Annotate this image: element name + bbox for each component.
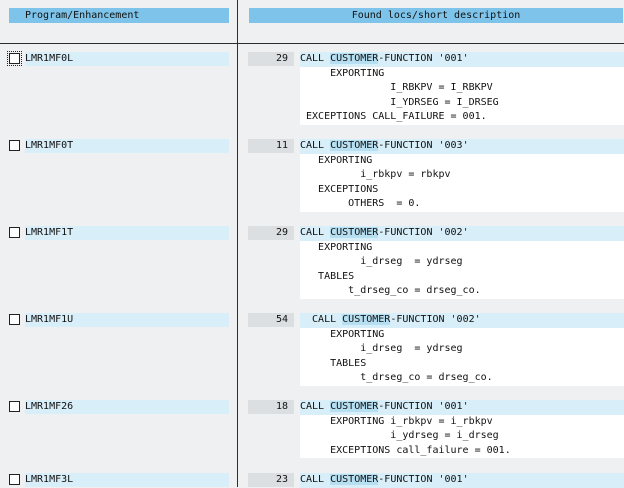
select-checkbox[interactable] <box>9 474 20 485</box>
code-line: EXCEPTIONS <box>300 183 379 195</box>
code-line: EXPORTING <box>300 241 373 253</box>
select-checkbox[interactable] <box>9 314 20 325</box>
select-checkbox[interactable] <box>7 51 22 66</box>
code-line: EXCEPTIONS CALL_FAILURE = 001. <box>300 111 487 122</box>
search-hit: CUSTOMER <box>342 314 391 325</box>
location-count: 23 <box>248 473 294 487</box>
location-count: 18 <box>248 400 294 414</box>
program-name[interactable]: LMR1MF1T <box>25 226 229 240</box>
list-item: LMR1MF1U <box>9 313 229 327</box>
code-snippet[interactable]: CALL CUSTOMER-FUNCTION '002' EXPORTING i… <box>300 313 624 386</box>
select-checkbox[interactable] <box>9 401 20 412</box>
location-count: 11 <box>248 139 294 153</box>
code-line: CALL CUSTOMER-FUNCTION '001' <box>300 473 624 488</box>
search-hit: CUSTOMER <box>330 227 379 238</box>
code-snippet[interactable]: CALL CUSTOMER-FUNCTION '001' EXPORTING i… <box>300 400 624 458</box>
select-checkbox[interactable] <box>9 227 20 238</box>
location-count: 54 <box>248 313 294 327</box>
code-snippet[interactable]: CALL CUSTOMER-FUNCTION '003' EXPORTING i… <box>300 139 624 212</box>
search-hit: CUSTOMER <box>330 140 379 151</box>
found-locs-header[interactable]: Found locs/short description <box>249 8 623 23</box>
results-list: 29 CALL CUSTOMER-FUNCTION '001' EXPORTIN… <box>238 44 624 488</box>
code-line: t_drseg_co = drseg_co. <box>300 285 481 296</box>
program-name[interactable]: LMR1MF1U <box>25 313 229 327</box>
code-line: EXPORTING <box>300 67 385 79</box>
code-line: EXPORTING <box>300 328 385 340</box>
code-snippet[interactable]: CALL CUSTOMER-FUNCTION '001' EXPORTING I… <box>300 52 624 125</box>
code-line: i_drseg = ydrseg <box>300 343 463 354</box>
code-line: EXPORTING i_rbkpv = i_rbkpv <box>300 415 493 427</box>
column-header-program: Program/Enhancement <box>0 0 237 35</box>
program-name[interactable]: LMR1MF0T <box>25 139 229 153</box>
code-line: I_YDRSEG = I_DRSEG <box>300 96 499 108</box>
code-line: EXPORTING <box>300 154 373 166</box>
column-header-description: Found locs/short description <box>240 0 624 35</box>
code-line: TABLES <box>300 357 367 369</box>
search-hit: CUSTOMER <box>330 401 379 412</box>
code-line: EXCEPTIONS call_failure = 001. <box>300 444 511 456</box>
code-snippet[interactable]: CALL CUSTOMER-FUNCTION '001' <box>300 473 624 488</box>
location-count: 29 <box>248 52 294 66</box>
code-line: CALL CUSTOMER-FUNCTION '001' <box>300 52 624 67</box>
code-line: i_rbkpv = rbkpv <box>300 169 451 180</box>
code-line: i_drseg = ydrseg <box>300 256 463 267</box>
location-count: 29 <box>248 226 294 240</box>
code-line: CALL CUSTOMER-FUNCTION '002' <box>300 313 624 328</box>
code-line: I_RBKPV = I_RBKPV <box>300 82 493 93</box>
select-checkbox[interactable] <box>9 140 20 151</box>
search-hit: CUSTOMER <box>330 53 379 64</box>
program-list: LMR1MF0L LMR1MF0T LMR1MF1T LMR1MF1U LMR1… <box>0 44 237 487</box>
program-enhancement-header[interactable]: Program/Enhancement <box>9 8 229 23</box>
program-name[interactable]: LMR1MF0L <box>25 52 229 66</box>
list-item: LMR1MF3L <box>9 473 229 487</box>
program-name[interactable]: LMR1MF3L <box>25 473 229 487</box>
program-name[interactable]: LMR1MF26 <box>25 400 229 414</box>
code-line: CALL CUSTOMER-FUNCTION '003' <box>300 139 624 154</box>
code-line: CALL CUSTOMER-FUNCTION '001' <box>300 400 624 415</box>
code-line: OTHERS = 0. <box>300 198 421 209</box>
code-snippet[interactable]: CALL CUSTOMER-FUNCTION '002' EXPORTING i… <box>300 226 624 299</box>
list-item: LMR1MF0T <box>9 139 229 153</box>
search-hit: CUSTOMER <box>330 474 379 485</box>
list-item: LMR1MF1T <box>9 226 229 240</box>
code-line: TABLES <box>300 270 355 282</box>
code-line: t_drseg_co = drseg_co. <box>300 372 493 383</box>
code-line: i_ydrseg = i_drseg <box>300 430 499 441</box>
list-item: LMR1MF0L <box>7 51 229 66</box>
code-line: CALL CUSTOMER-FUNCTION '002' <box>300 226 624 241</box>
list-item: LMR1MF26 <box>9 400 229 414</box>
